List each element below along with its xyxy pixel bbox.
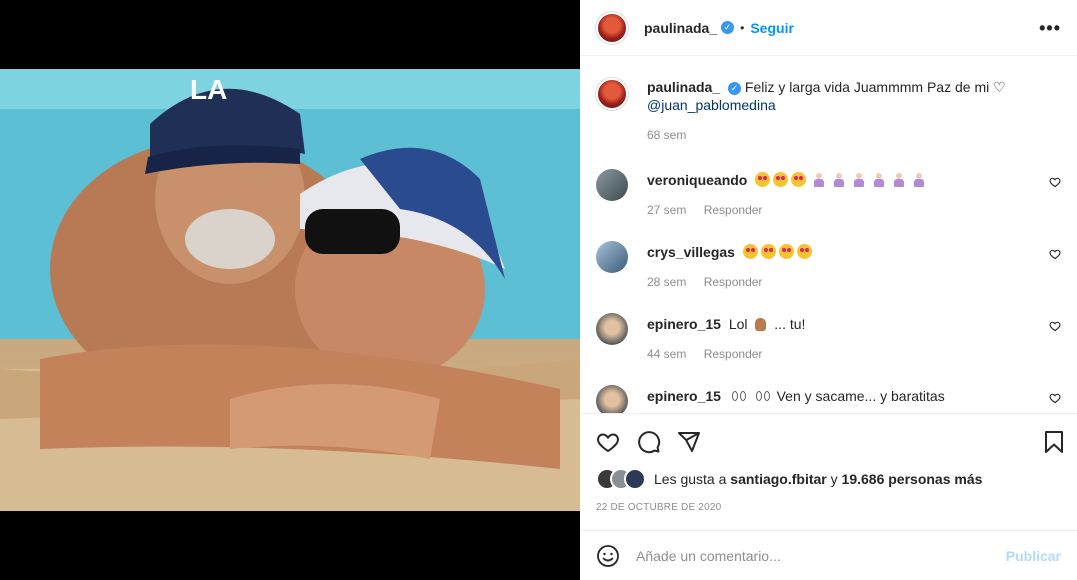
comment-text: ... tu!: [774, 316, 806, 332]
person-bowing-emoji-icon: [914, 173, 925, 187]
heart-icon[interactable]: [596, 430, 620, 454]
instagram-post: LA paulinada_ ✓ • Seguir ••• paulinada_ …: [0, 0, 1077, 580]
heart-eyes-emoji-icon: [791, 172, 807, 187]
likes-summary: Les gusta a santiago.fbitar y 19.686 per…: [596, 466, 982, 492]
comment-username[interactable]: epinero_15: [647, 388, 721, 404]
reply-button[interactable]: Responder: [704, 347, 763, 361]
like-comment-heart-icon[interactable]: [1049, 248, 1061, 260]
heart-eyes-emoji-icon: [778, 244, 794, 259]
caption-avatar[interactable]: [596, 78, 628, 110]
caption-username[interactable]: paulinada_: [647, 79, 720, 95]
author-username[interactable]: paulinada_: [644, 20, 717, 36]
person-bowing-emoji-icon: [894, 173, 905, 187]
bookmark-icon[interactable]: [1042, 430, 1066, 454]
publish-button[interactable]: Publicar: [1006, 548, 1061, 564]
eyes-emoji-icon: [755, 391, 770, 401]
comment-username[interactable]: crys_villegas: [647, 244, 735, 260]
person-bowing-emoji-icon: [854, 173, 865, 187]
comment-meta: 28 sem Responder: [647, 273, 1061, 291]
likes-count[interactable]: 19.686 personas más: [842, 471, 983, 487]
verified-badge-icon: ✓: [728, 81, 742, 95]
eyes-emoji-icon: [731, 391, 746, 401]
heart-eyes-emoji-icon: [755, 172, 771, 187]
author-avatar[interactable]: [596, 11, 628, 44]
commenter-avatar[interactable]: [596, 169, 628, 201]
comment-input[interactable]: [636, 547, 1006, 564]
comment-body: veroniqueando 27 sem Responder: [647, 171, 1061, 219]
media-area: LA: [0, 0, 580, 580]
comment-text: Lol: [728, 316, 748, 332]
caption-meta: 68 sem: [647, 126, 1056, 144]
post-details-panel: paulinada_ ✓ • Seguir ••• paulinada_ ✓ F…: [580, 0, 1077, 580]
comment-time[interactable]: 27 sem: [647, 203, 686, 217]
person-bowing-emoji-icon: [814, 173, 825, 187]
comment-time[interactable]: 44 sem: [647, 347, 686, 361]
comment-meta: 44 sem Responder: [647, 345, 1061, 363]
heart-eyes-emoji-icon: [773, 172, 789, 187]
heart-eyes-emoji-icon: [760, 244, 776, 259]
share-icon[interactable]: [677, 430, 701, 454]
separator-dot: •: [740, 20, 745, 35]
post-date[interactable]: 22 DE OCTUBRE DE 2020: [596, 502, 721, 513]
comment-text: Ven y sacame... y baratitas: [776, 388, 945, 404]
like-comment-heart-icon[interactable]: [1049, 392, 1061, 404]
person-bowing-emoji-icon: [874, 173, 885, 187]
commenter-avatar[interactable]: [596, 313, 628, 345]
heart-eyes-emoji-icon: [742, 244, 758, 259]
like-comment-heart-icon[interactable]: [1049, 320, 1061, 332]
comment-time[interactable]: 28 sem: [647, 275, 686, 289]
comment-username[interactable]: epinero_15: [647, 316, 721, 332]
verified-badge-icon: ✓: [721, 21, 735, 34]
caption-time[interactable]: 68 sem: [647, 128, 686, 142]
action-bar: [580, 414, 1077, 470]
waving-hand-emoji-icon: [755, 318, 767, 331]
liker-avatar[interactable]: [624, 468, 646, 490]
post-header: paulinada_ ✓ • Seguir •••: [580, 0, 1077, 56]
comment-icon[interactable]: [637, 430, 661, 454]
caption-mention[interactable]: @juan_pablomedina: [647, 97, 776, 113]
comment-meta: 27 sem Responder: [647, 201, 1061, 219]
comment-body: epinero_15 Lol ... tu! 44 sem Responder: [647, 315, 1061, 363]
comments-list[interactable]: paulinada_ ✓ Feliz y larga vida Juammmm …: [580, 56, 1077, 414]
reply-button[interactable]: Responder: [704, 275, 763, 289]
comment-item: veroniqueando 27 sem Responder: [596, 169, 1061, 219]
likes-conjunction: y: [830, 471, 838, 487]
comment-item: epinero_15 Ven y sacame... y baratitas: [596, 385, 1061, 413]
comment-body: crys_villegas 28 sem Responder: [647, 243, 1061, 291]
comment-item: epinero_15 Lol ... tu! 44 sem Responder: [596, 313, 1061, 363]
likes-prefix: Les gusta a: [654, 471, 727, 487]
person-bowing-emoji-icon: [834, 173, 845, 187]
commenter-avatar[interactable]: [596, 385, 628, 413]
photo-illustration: LA: [0, 69, 580, 511]
add-comment-bar: Publicar: [580, 530, 1077, 580]
follow-button[interactable]: Seguir: [750, 20, 794, 36]
smile-icon[interactable]: [596, 544, 620, 568]
reply-button[interactable]: Responder: [704, 203, 763, 217]
post-photo[interactable]: LA: [0, 69, 580, 511]
like-comment-heart-icon[interactable]: [1049, 176, 1061, 188]
commenter-avatar[interactable]: [596, 241, 628, 273]
caption-body: paulinada_ ✓ Feliz y larga vida Juammmm …: [647, 78, 1056, 144]
more-options-icon[interactable]: •••: [1039, 18, 1061, 39]
caption: paulinada_ ✓ Feliz y larga vida Juammmm …: [596, 78, 1056, 144]
comment-body: epinero_15 Ven y sacame... y baratitas: [647, 387, 1061, 405]
liker-username[interactable]: santiago.fbitar: [730, 471, 826, 487]
comment-item: crys_villegas 28 sem Responder: [596, 241, 1061, 291]
liker-avatars: [596, 468, 648, 490]
comment-username[interactable]: veroniqueando: [647, 172, 747, 188]
caption-text: Feliz y larga vida Juammmm Paz de mi ♡: [744, 79, 1006, 95]
svg-text:LA: LA: [190, 74, 227, 105]
heart-eyes-emoji-icon: [796, 244, 812, 259]
